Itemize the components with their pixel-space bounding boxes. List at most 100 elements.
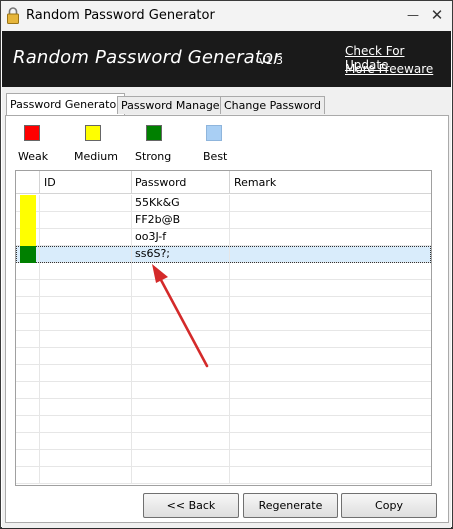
regenerate-button[interactable]: Regenerate xyxy=(243,493,338,518)
remark-cell xyxy=(230,348,430,365)
remark-cell[interactable] xyxy=(230,195,430,212)
table-row-empty xyxy=(16,433,431,450)
strength-indicator-cell xyxy=(16,229,40,246)
remark-cell xyxy=(230,331,430,348)
banner-title: Random Password Generator xyxy=(13,47,281,68)
strength-indicator-cell xyxy=(16,348,40,365)
remark-cell xyxy=(230,297,430,314)
tab-password-generator[interactable]: Password Generator xyxy=(6,93,125,116)
id-cell xyxy=(40,399,132,416)
id-cell xyxy=(40,331,132,348)
remark-cell xyxy=(230,365,430,382)
strength-indicator-cell xyxy=(16,450,40,467)
password-cell xyxy=(132,263,230,280)
lock-icon xyxy=(7,7,19,24)
strength-indicator-cell xyxy=(16,314,40,331)
id-cell xyxy=(40,195,132,212)
password-cell[interactable]: FF2b@B xyxy=(132,212,230,229)
legend-label-weak: Weak xyxy=(18,150,49,163)
tab-change-password[interactable]: Change Password xyxy=(220,96,325,114)
remark-cell xyxy=(230,416,430,433)
remark-cell xyxy=(230,399,430,416)
strength-indicator-cell xyxy=(16,399,40,416)
strength-indicator-cell xyxy=(16,246,40,263)
table-row-empty xyxy=(16,348,431,365)
table-row[interactable]: ss6S?; xyxy=(16,246,431,263)
id-cell xyxy=(40,229,132,246)
back-button[interactable]: << Back xyxy=(143,493,239,518)
password-cell xyxy=(132,416,230,433)
window-title: Random Password Generator xyxy=(26,8,215,23)
strength-indicator xyxy=(20,229,36,246)
id-cell xyxy=(40,450,132,467)
table-row-empty xyxy=(16,382,431,399)
legend-swatch-strong xyxy=(146,125,162,141)
title-bar: Random Password Generator — ✕ xyxy=(1,1,452,31)
strength-indicator-cell xyxy=(16,331,40,348)
table-row-empty xyxy=(16,314,431,331)
app-window: Random Password Generator — ✕ Random Pas… xyxy=(0,0,453,528)
table-row-empty xyxy=(16,365,431,382)
column-header-password[interactable]: Password xyxy=(132,171,230,194)
remark-cell xyxy=(230,450,430,467)
password-cell[interactable]: ss6S?; xyxy=(132,246,230,263)
minimize-button[interactable]: — xyxy=(405,8,421,24)
table-row-empty xyxy=(16,331,431,348)
column-header-indicator xyxy=(16,171,40,194)
password-cell[interactable]: oo3J-f xyxy=(132,229,230,246)
password-cell xyxy=(132,467,230,484)
password-cell xyxy=(132,280,230,297)
id-cell xyxy=(40,467,132,484)
tab-password-manager[interactable]: Password Manager xyxy=(117,96,229,114)
password-cell xyxy=(132,314,230,331)
remark-cell[interactable] xyxy=(230,229,430,246)
id-cell xyxy=(40,416,132,433)
remark-cell xyxy=(230,280,430,297)
strength-indicator-cell xyxy=(16,297,40,314)
strength-indicator-cell xyxy=(16,467,40,484)
table-row[interactable]: 55Kk&G xyxy=(16,195,431,212)
id-cell xyxy=(40,365,132,382)
password-cell[interactable]: 55Kk&G xyxy=(132,195,230,212)
password-grid[interactable]: ID Password Remark 55Kk&G FF2b@B oo3J-f ss6… xyxy=(15,170,432,486)
password-cell xyxy=(132,297,230,314)
strength-indicator-cell xyxy=(16,195,40,212)
table-row[interactable]: FF2b@B xyxy=(16,212,431,229)
table-row-empty xyxy=(16,263,431,280)
copy-button[interactable]: Copy xyxy=(341,493,437,518)
legend-label-best: Best xyxy=(203,150,228,163)
table-row-empty xyxy=(16,297,431,314)
remark-cell xyxy=(230,314,430,331)
remark-cell xyxy=(230,433,430,450)
legend-swatch-weak xyxy=(24,125,40,141)
app-banner: Random Password Generator v1.3 Check For… xyxy=(2,31,451,87)
password-cell xyxy=(132,331,230,348)
table-row[interactable]: oo3J-f xyxy=(16,229,431,246)
id-cell xyxy=(40,212,132,229)
grid-header: ID Password Remark xyxy=(16,171,431,194)
password-cell xyxy=(132,348,230,365)
strength-indicator-cell xyxy=(16,280,40,297)
password-cell xyxy=(132,450,230,467)
id-cell xyxy=(40,246,132,263)
id-cell xyxy=(40,297,132,314)
column-header-remark[interactable]: Remark xyxy=(230,171,430,194)
table-row-empty xyxy=(16,399,431,416)
close-button[interactable]: ✕ xyxy=(429,8,445,24)
remark-cell[interactable] xyxy=(230,212,430,229)
id-cell xyxy=(40,314,132,331)
password-cell xyxy=(132,365,230,382)
legend-swatch-best xyxy=(206,125,222,141)
id-cell xyxy=(40,382,132,399)
strength-indicator xyxy=(20,195,36,212)
legend-swatch-medium xyxy=(85,125,101,141)
column-header-id[interactable]: ID xyxy=(40,171,132,194)
remark-cell[interactable] xyxy=(230,246,430,263)
table-row-empty xyxy=(16,450,431,467)
strength-indicator-cell xyxy=(16,416,40,433)
version-label: v1.3 xyxy=(259,54,284,67)
remark-cell xyxy=(230,382,430,399)
strength-indicator xyxy=(20,246,36,263)
more-freeware-link[interactable]: More Freeware xyxy=(345,62,433,76)
id-cell xyxy=(40,433,132,450)
